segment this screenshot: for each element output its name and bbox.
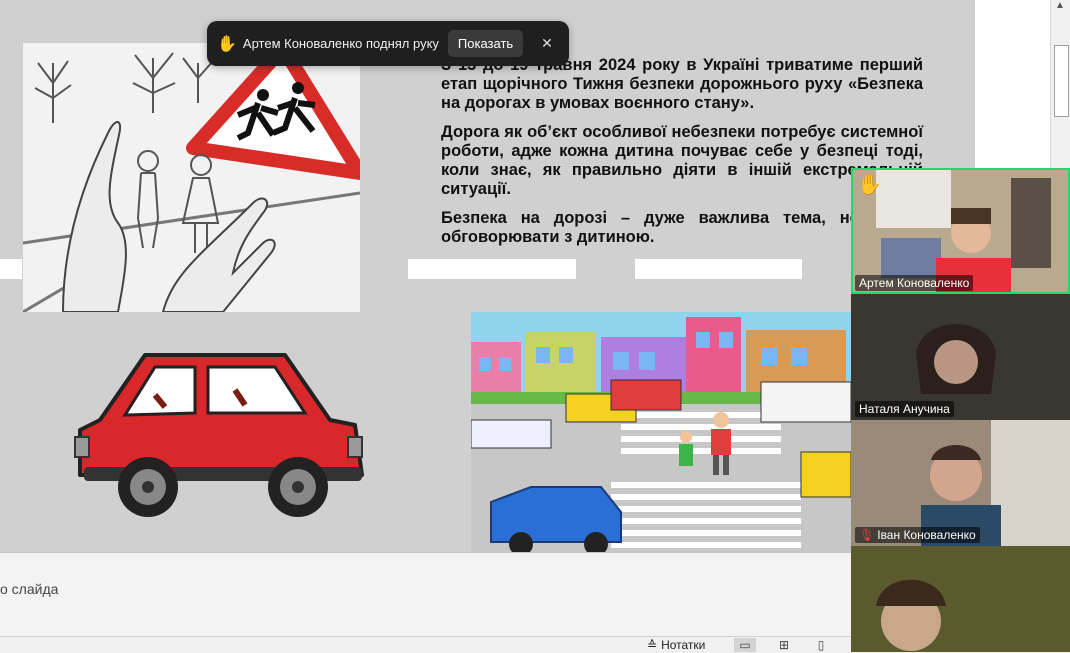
notes-icon: ≙ [647,638,658,652]
participant-tile[interactable]: ✋ Артем Коноваленко [851,168,1070,294]
participant-name: 🎙 Іван Коноваленко [855,527,980,543]
scrollbar-thumb[interactable] [1054,45,1069,117]
participant-name: Артем Коноваленко [855,275,974,291]
text-underline-strip [635,259,802,279]
notes-placeholder: о слайда [0,581,59,597]
scroll-up-icon[interactable]: ▲ [1055,0,1065,11]
pedestrian-crossing-image [22,41,367,314]
close-icon[interactable]: ✕ [541,35,553,52]
slide-sorter-button[interactable]: ⊞ [773,638,795,652]
raised-hand-icon: ✋ [217,35,237,53]
notes-button[interactable]: ≙ Нотатки [647,638,705,652]
reading-view-button[interactable]: ▯ [810,638,832,652]
street-scene-image [471,312,851,552]
participant-video-strip: ✋ Артем Коноваленко Наталя Анучина 🎙 Іва… [851,168,1070,652]
participant-video [851,546,1070,652]
raised-hand-icon: ✋ [857,174,882,196]
participant-name-text: Іван Коноваленко [877,528,976,542]
participant-tile[interactable]: Наталя Анучина [851,294,1070,420]
participant-tile[interactable]: 🎙 Іван Коноваленко [851,420,1070,546]
show-button[interactable]: Показать [447,30,524,57]
participant-tile[interactable] [851,546,1070,652]
text-underline-strip [0,259,22,279]
notes-button-label: Нотатки [661,638,706,652]
notification-message: Артем Коноваленко поднял руку [242,36,439,51]
mic-muted-icon: 🎙 [859,528,875,542]
red-car-image [70,345,370,525]
normal-view-button[interactable]: ▭ [734,638,756,652]
raise-hand-notification: ✋ Артем Коноваленко поднял руку Показать… [207,21,569,66]
participant-name: Наталя Анучина [855,401,954,417]
text-underline-strip [408,259,576,279]
slide-canvas[interactable]: З 13 до 19 травня 2024 року в Україні тр… [0,0,975,552]
